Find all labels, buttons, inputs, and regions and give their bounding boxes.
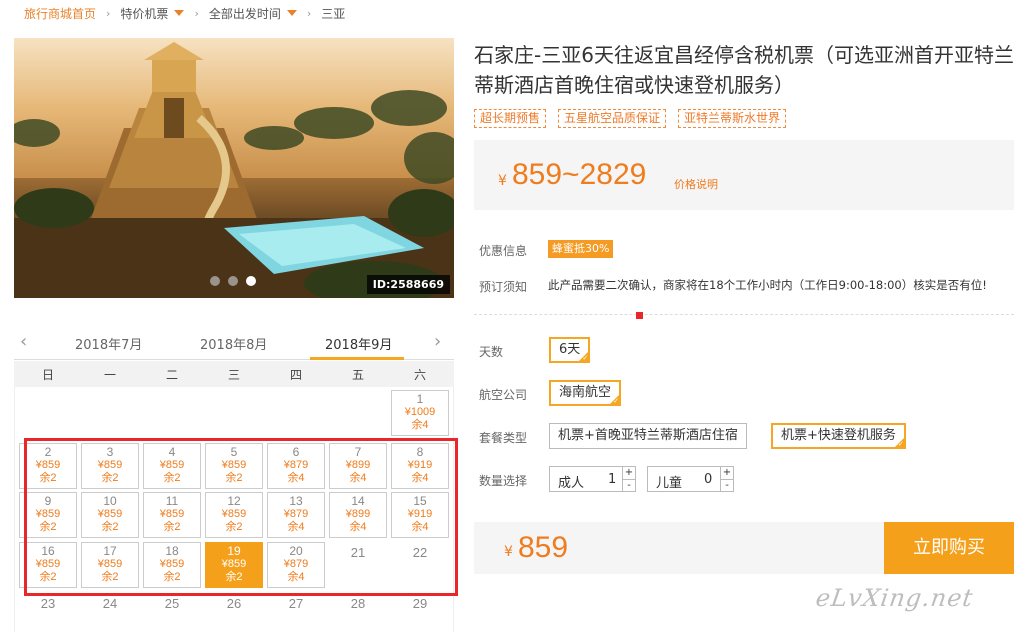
- weekday-label: 四: [289, 368, 302, 382]
- calendar-weekday-header: 日 一 二 三 四 五 六: [14, 361, 454, 387]
- calendar-day-unavailable: 24: [102, 596, 118, 611]
- breadcrumb-home-link[interactable]: 旅行商城首页: [24, 5, 96, 22]
- adult-quantity-stepper[interactable]: 成人 1 + -: [549, 466, 636, 492]
- child-count[interactable]: 0: [704, 472, 712, 487]
- category-dropdown-label: 特价机票: [120, 6, 169, 21]
- chevron-left-icon[interactable]: ‹: [20, 332, 34, 354]
- plus-icon[interactable]: +: [721, 467, 733, 479]
- quantity-label: 数量选择: [479, 474, 528, 488]
- price-currency: ¥: [498, 173, 507, 189]
- calendar-day-unavailable: 25: [164, 596, 180, 611]
- chevron-right-icon[interactable]: ›: [434, 332, 448, 354]
- caret-down-icon: [286, 10, 297, 16]
- package-option-fast-boarding-selected[interactable]: 机票+快速登机服务: [771, 423, 906, 449]
- weekday-label: 三: [227, 368, 240, 382]
- calendar-day-cell[interactable]: 1 ¥1009 余4: [391, 390, 449, 436]
- notice-label: 预订须知: [479, 280, 528, 294]
- day-remaining: 余4: [411, 419, 429, 431]
- product-tags: 超长期预售 五星航空品质保证 亚特兰蒂斯水世界: [474, 109, 787, 128]
- carousel-dot-active[interactable]: [246, 276, 256, 286]
- promo-label: 优惠信息: [479, 244, 528, 258]
- departure-time-dropdown-label: 全部出发时间: [208, 6, 281, 21]
- month-tab[interactable]: 2018年8月: [200, 334, 267, 353]
- calendar-day-unavailable: 28: [350, 596, 366, 611]
- breadcrumb-destination[interactable]: 三亚: [321, 5, 345, 22]
- product-tag: 亚特兰蒂斯水世界: [678, 109, 787, 128]
- breadcrumb-separator: ›: [106, 6, 111, 20]
- weekday-label: 六: [413, 368, 426, 382]
- calendar-month-tabs: ‹ 2018年7月 2018年8月 2018年9月 ›: [14, 330, 454, 360]
- highlight-annotation-box: [24, 438, 458, 596]
- day-price: ¥1009: [404, 406, 436, 418]
- plus-icon[interactable]: +: [623, 467, 635, 479]
- departure-time-dropdown[interactable]: 全部出发时间: [209, 5, 297, 22]
- caret-down-icon: [174, 10, 185, 16]
- weekday-label: 日: [41, 368, 54, 382]
- stepper-buttons: + -: [622, 467, 635, 491]
- section-divider: [474, 314, 1014, 315]
- child-label: 儿童: [656, 476, 683, 491]
- price-note-link[interactable]: 价格说明: [674, 176, 718, 192]
- breadcrumb-separator: ›: [194, 6, 199, 20]
- airline-label: 航空公司: [479, 388, 528, 402]
- category-dropdown[interactable]: 特价机票: [120, 5, 185, 22]
- child-quantity-stepper[interactable]: 儿童 0 + -: [647, 466, 734, 492]
- calendar-day-unavailable: 27: [288, 596, 304, 611]
- package-label: 套餐类型: [479, 431, 528, 445]
- adult-count[interactable]: 1: [608, 472, 616, 487]
- carousel-dots: [210, 276, 256, 286]
- days-label: 天数: [479, 345, 504, 359]
- price-panel: ¥ 859~2829 价格说明: [474, 140, 1014, 210]
- day-number: 1: [416, 392, 424, 406]
- buy-now-button[interactable]: 立即购买: [884, 522, 1014, 574]
- carousel-dot[interactable]: [210, 276, 220, 286]
- weekday-label: 二: [165, 368, 178, 382]
- notice-text: 此产品需要二次确认，商家将在18个工作小时内（工作日9:00-18:00）核实是…: [548, 278, 987, 292]
- product-hero-image[interactable]: ID:2588669: [14, 38, 454, 298]
- promo-badge: 蜂蜜抵30%: [548, 240, 614, 258]
- breadcrumb: 旅行商城首页 › 特价机票 › 全部出发时间 › 三亚: [24, 4, 345, 22]
- watermark: eLvXing.net: [814, 584, 976, 612]
- carousel-dot[interactable]: [228, 276, 238, 286]
- purchase-bar: ¥ 859 立即购买: [474, 522, 1014, 574]
- calendar-day-unavailable: 26: [226, 596, 242, 611]
- minus-icon[interactable]: -: [623, 479, 635, 491]
- product-title: 石家庄-三亚6天往返宜昌经停含税机票（可选亚洲首开亚特兰蒂斯酒店首晚住宿或快速登…: [474, 43, 1014, 97]
- weekday-label: 五: [351, 368, 364, 382]
- total-price: 859: [518, 531, 569, 564]
- breadcrumb-separator: ›: [306, 6, 312, 20]
- divider-marker: [636, 312, 643, 319]
- airline-option-selected[interactable]: 海南航空: [549, 380, 622, 406]
- active-month-indicator: [310, 357, 404, 360]
- days-option-selected[interactable]: 6天: [549, 337, 591, 363]
- minus-icon[interactable]: -: [721, 479, 733, 491]
- image-id-badge: ID:2588669: [366, 275, 450, 294]
- month-tab[interactable]: 2018年7月: [75, 334, 142, 353]
- month-tab-active[interactable]: 2018年9月: [325, 334, 392, 353]
- calendar-day-unavailable: 23: [40, 596, 56, 611]
- total-currency: ¥: [504, 544, 513, 560]
- weekday-label: 一: [103, 368, 116, 382]
- adult-label: 成人: [558, 476, 585, 491]
- calendar-day-unavailable: 29: [412, 596, 428, 611]
- resort-water-park-image: [14, 38, 454, 298]
- product-tag: 五星航空品质保证: [558, 109, 667, 128]
- price-range: 859~2829: [512, 158, 647, 191]
- stepper-buttons: + -: [720, 467, 733, 491]
- product-tag: 超长期预售: [474, 109, 547, 128]
- package-option-hotel[interactable]: 机票+首晚亚特兰蒂斯酒店住宿: [549, 423, 747, 449]
